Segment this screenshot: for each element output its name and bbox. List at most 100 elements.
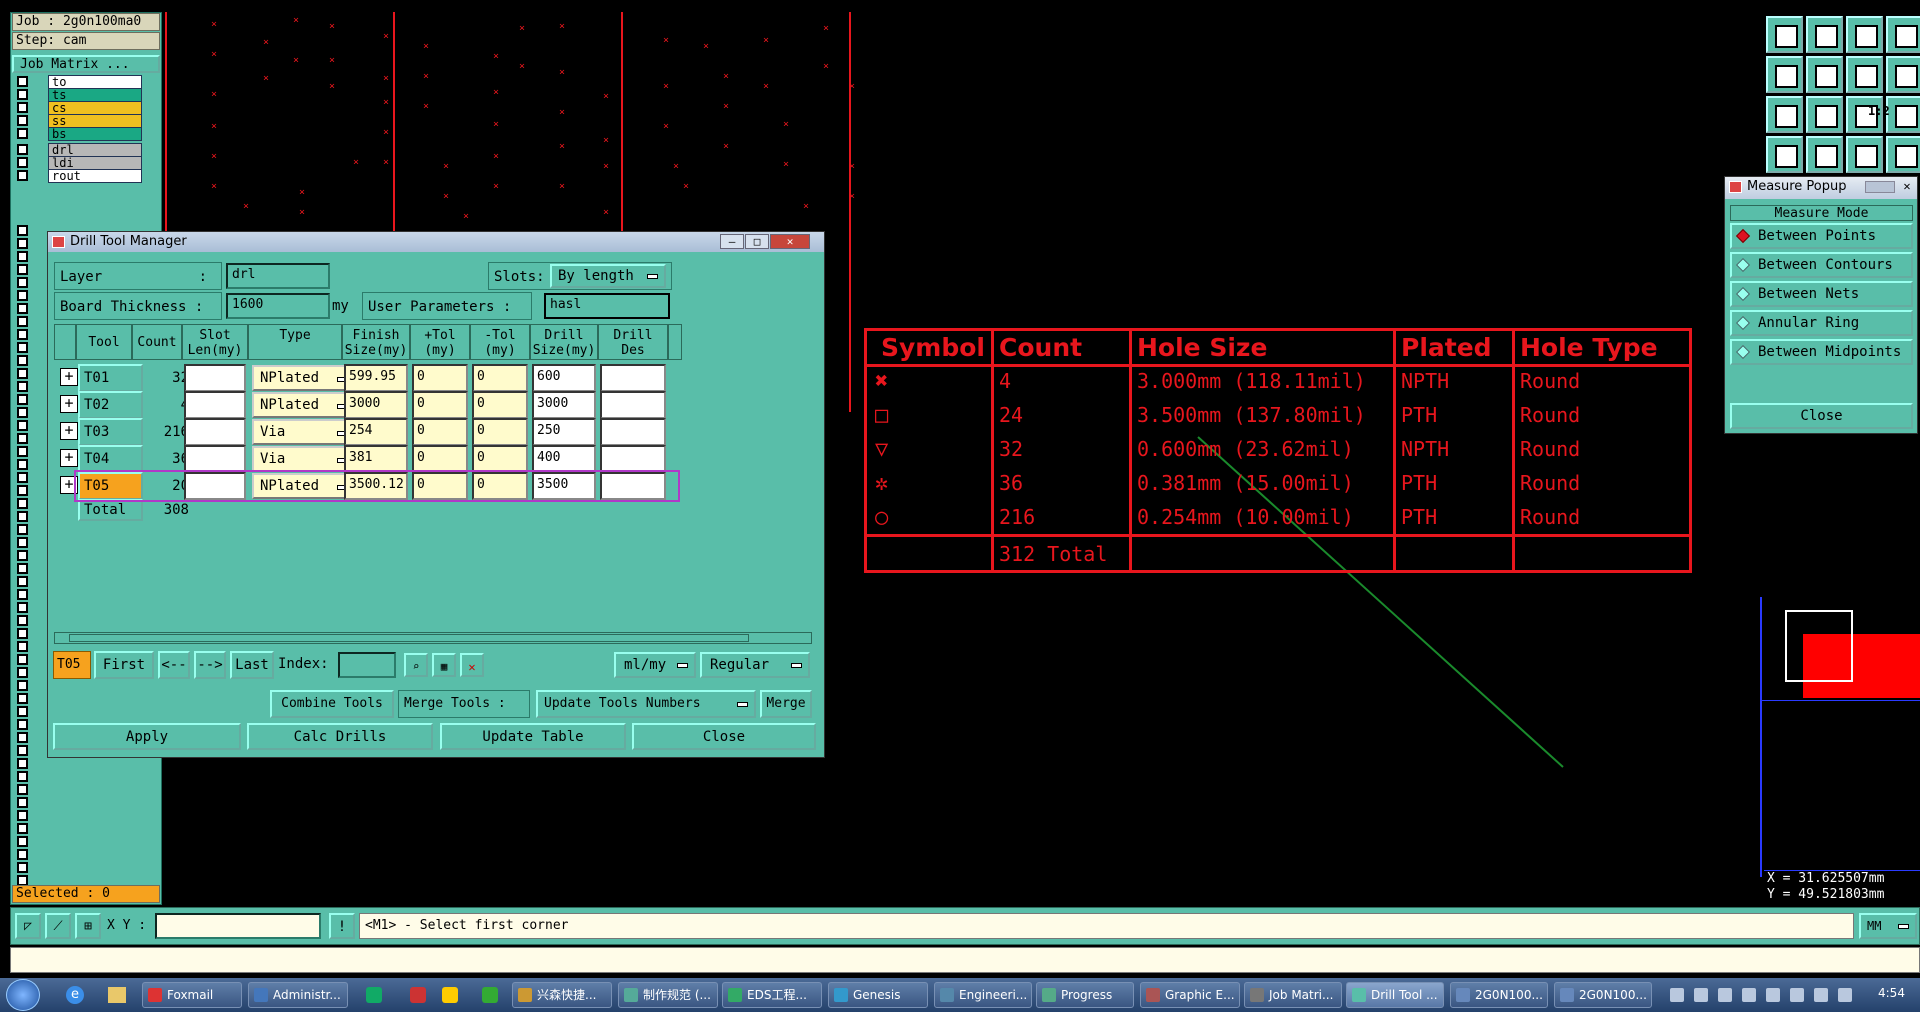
layer-checkbox[interactable] (17, 368, 28, 379)
prev-button[interactable]: <-- (158, 651, 190, 679)
layer-checkbox[interactable] (17, 719, 28, 730)
expand-row-button[interactable]: + (60, 395, 78, 413)
dtm-titlebar[interactable]: Drill Tool Manager (48, 232, 824, 252)
layer-checkbox[interactable] (17, 693, 28, 704)
layer-checkbox[interactable] (17, 303, 28, 314)
taskbar-item[interactable]: Drill Tool ... (1346, 982, 1444, 1008)
layer-checkbox[interactable] (17, 615, 28, 626)
layer-name[interactable]: to (48, 75, 142, 89)
layer-checkbox[interactable] (17, 290, 28, 301)
maximize-button[interactable]: □ (745, 234, 769, 249)
minus-tol-field[interactable]: 0 (472, 364, 528, 392)
filter-icon[interactable]: ▦ (432, 653, 456, 677)
quicklaunch-icon[interactable] (410, 987, 426, 1003)
toolbar-tool-button[interactable] (1806, 136, 1843, 173)
drill-size-field[interactable]: 250 (532, 418, 596, 446)
layer-field[interactable]: drl (226, 263, 330, 289)
close-button[interactable]: Close (632, 723, 816, 750)
taskbar-item[interactable]: Administr... (248, 982, 348, 1008)
layer-checkbox[interactable] (17, 602, 28, 613)
layer-name[interactable]: rout (48, 169, 142, 183)
layer-checkbox[interactable] (17, 706, 28, 717)
close-window-button[interactable]: ✕ (1899, 179, 1915, 195)
taskbar-item[interactable]: Progress (1036, 982, 1134, 1008)
drill-des-field[interactable] (600, 391, 666, 419)
units-dropdown[interactable]: ml/my (614, 652, 696, 678)
snap-icon[interactable]: ◸ (15, 913, 41, 939)
ie-icon[interactable]: e (66, 986, 84, 1004)
slots-dropdown[interactable]: By length (550, 264, 666, 288)
slot-len-field[interactable] (184, 364, 246, 392)
tray-icon[interactable] (1838, 988, 1852, 1002)
merge-button[interactable]: Merge (760, 690, 812, 718)
layer-checkbox[interactable] (17, 628, 28, 639)
layer-checkbox[interactable] (17, 102, 28, 113)
tray-icon[interactable] (1742, 988, 1756, 1002)
layer-checkbox[interactable] (17, 446, 28, 457)
index-field[interactable] (338, 652, 396, 678)
layer-checkbox[interactable] (17, 264, 28, 275)
layer-checkbox[interactable] (17, 170, 28, 181)
toolbar-tool-button[interactable] (1846, 136, 1883, 173)
layer-checkbox[interactable] (17, 128, 28, 139)
layer-checkbox[interactable] (17, 810, 28, 821)
layer-checkbox[interactable] (17, 667, 28, 678)
expand-row-button[interactable]: + (60, 422, 78, 440)
grid-icon[interactable]: ⊞ (75, 913, 101, 939)
layer-checkbox[interactable] (17, 89, 28, 100)
layer-checkbox[interactable] (17, 563, 28, 574)
layer-checkbox[interactable] (17, 745, 28, 756)
tray-icon[interactable] (1694, 988, 1708, 1002)
layer-name[interactable]: ts (48, 88, 142, 102)
drill-size-field[interactable]: 400 (532, 445, 596, 473)
layer-checkbox[interactable] (17, 641, 28, 652)
layer-checkbox[interactable] (17, 654, 28, 665)
info-icon[interactable]: ! (329, 913, 355, 939)
last-button[interactable]: Last (230, 651, 274, 679)
measure-option[interactable]: Between Midpoints (1730, 339, 1913, 365)
layer-checkbox[interactable] (17, 342, 28, 353)
layer-checkbox[interactable] (17, 355, 28, 366)
toolbar-tool-button[interactable] (1766, 56, 1803, 93)
toolbar-tool-button[interactable] (1766, 96, 1803, 133)
explorer-icon[interactable] (108, 987, 126, 1003)
tray-icon[interactable] (1670, 988, 1684, 1002)
clear-icon[interactable]: ✕ (460, 653, 484, 677)
layer-checkbox[interactable] (17, 823, 28, 834)
taskbar-item[interactable]: EDS工程... (722, 982, 822, 1008)
minimize-button[interactable] (1865, 181, 1895, 193)
drill-size-field[interactable]: 3000 (532, 391, 596, 419)
type-dropdown[interactable]: Via (252, 446, 356, 472)
layer-name[interactable]: drl (48, 143, 142, 157)
toolbar-tool-button[interactable] (1806, 56, 1843, 93)
user-params-field[interactable]: hasl (544, 293, 670, 319)
taskbar-item[interactable]: Foxmail (142, 982, 242, 1008)
first-button[interactable]: First (94, 651, 154, 679)
layer-checkbox[interactable] (17, 836, 28, 847)
update-table-button[interactable]: Update Table (440, 723, 626, 750)
measure-option[interactable]: Annular Ring (1730, 310, 1913, 336)
xy-input[interactable] (155, 913, 321, 939)
layer-checkbox[interactable] (17, 420, 28, 431)
slot-len-field[interactable] (184, 391, 246, 419)
horizontal-scrollbar[interactable] (54, 632, 812, 644)
finish-size-field[interactable]: 599.95 (344, 364, 408, 392)
finish-size-field[interactable]: 254 (344, 418, 408, 446)
taskbar-item[interactable]: Graphic E... (1140, 982, 1240, 1008)
layer-checkbox[interactable] (17, 862, 28, 873)
job-matrix-button[interactable]: Job Matrix ... (12, 55, 160, 73)
minus-tol-field[interactable]: 0 (472, 418, 528, 446)
taskbar-item[interactable]: Engineeri... (934, 982, 1032, 1008)
measure-option[interactable]: Between Nets (1730, 281, 1913, 307)
apply-button[interactable]: Apply (53, 723, 241, 750)
plus-tol-field[interactable]: 0 (412, 391, 468, 419)
toolbar-tool-button[interactable] (1886, 56, 1920, 93)
layer-checkbox[interactable] (17, 238, 28, 249)
toolbar-tool-button[interactable] (1846, 56, 1883, 93)
quicklaunch-icon[interactable] (482, 987, 498, 1003)
finish-size-field[interactable]: 381 (344, 445, 408, 473)
layer-checkbox[interactable] (17, 550, 28, 561)
layer-checkbox[interactable] (17, 589, 28, 600)
toolbar-tool-button[interactable] (1806, 96, 1843, 133)
type-dropdown[interactable]: Via (252, 419, 356, 445)
